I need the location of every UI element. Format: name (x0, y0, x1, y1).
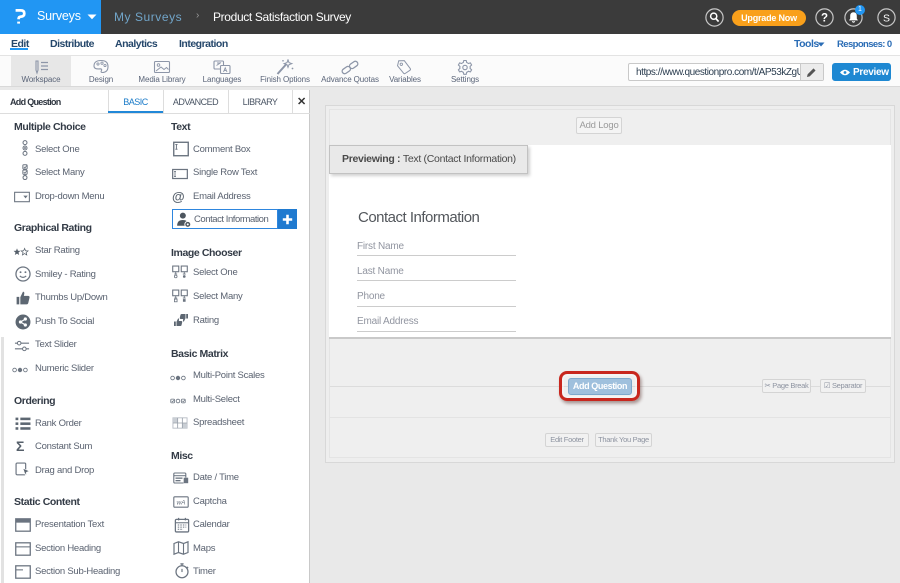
svg-text:wA: wA (176, 499, 185, 506)
svg-text:S: S (883, 12, 890, 24)
svg-text:?: ? (821, 13, 828, 25)
